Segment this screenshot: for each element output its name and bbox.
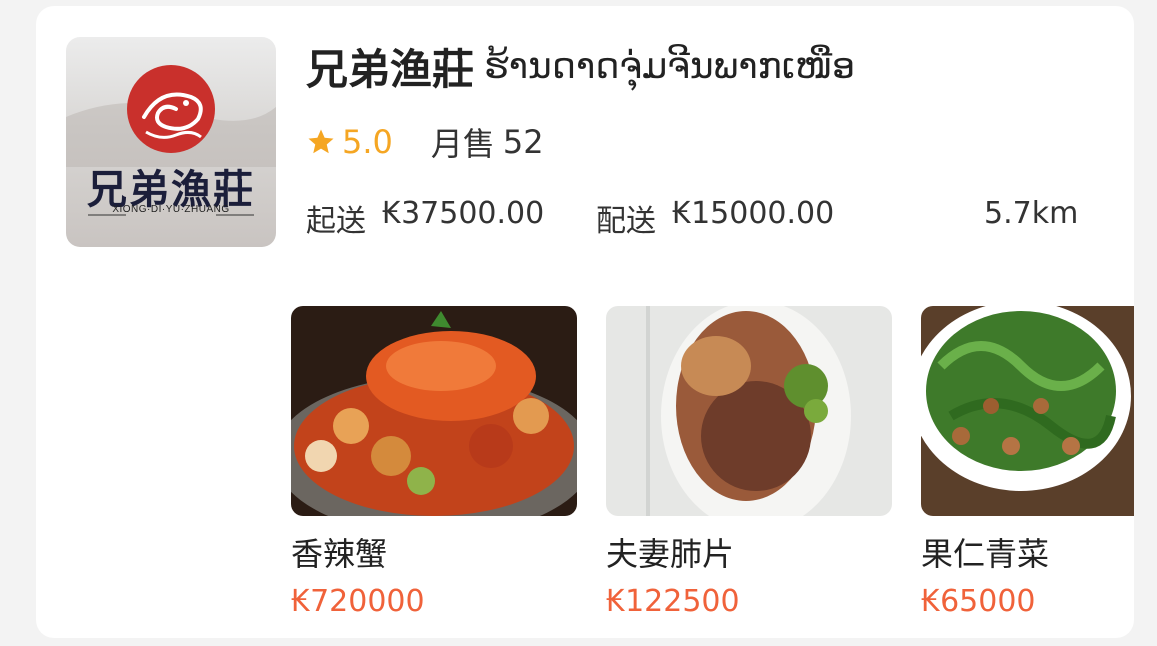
product-name: 夫妻肺片 [606,535,735,573]
min-order-label: 起送 [306,204,366,239]
store-name-lo: ຮ້ານດາດຈຸ່ມຈີນພາກເໜືອ [484,46,856,87]
product-item[interactable]: 果仁青菜 ₭65000 [921,306,1134,622]
logo-subtext: XIONG·DI·YU·ZHUANG [112,204,230,215]
delivery-info-row: 起送 ₭37500.00 配送 ₭15000.00 5.7km [306,196,1086,239]
rating-value: 5.0 [342,123,393,161]
product-item[interactable]: 香辣蟹 ₭720000 [291,306,577,622]
product-item[interactable]: 夫妻肺片 ₭122500 [606,306,892,622]
product-price: ₭65000 [921,584,1036,619]
delivery-fee-label: 配送 [596,204,656,239]
distance: 5.7km [984,196,1079,231]
monthly-sales-count: 52 [502,123,544,161]
spicy-crab-photo[interactable] [291,306,577,516]
product-name: 果仁青菜 [921,535,1050,573]
store-name-zh: 兄弟渔莊 [306,45,475,94]
store-title[interactable]: 兄弟渔莊 ຮ້ານດາດຈຸ່ມຈີນພາກເໜືອ [306,36,855,96]
store-logo: 兄弟漁莊 XIONG·DI·YU·ZHUANG [66,37,276,247]
sliced-beef-photo[interactable] [606,306,892,516]
monthly-sales-label: 月售 [430,125,495,163]
product-list: 香辣蟹 ₭720000 夫妻肺片 ₭122500 果仁青菜 ₭65000 [36,306,1134,636]
product-price: ₭122500 [606,584,740,619]
star-icon [308,129,334,154]
store-card[interactable]: 兄弟漁莊 XIONG·DI·YU·ZHUANG 兄弟渔莊 ຮ້ານດາດຈຸ່ມຈ… [36,6,1134,638]
min-order-value: ₭37500.00 [382,196,545,231]
delivery-fee-value: ₭15000.00 [672,196,835,231]
product-price: ₭720000 [291,584,425,619]
rating-row: 5.0 月售 52 [306,122,544,163]
peanut-greens-photo[interactable] [921,306,1134,516]
product-name: 香辣蟹 [291,535,388,573]
